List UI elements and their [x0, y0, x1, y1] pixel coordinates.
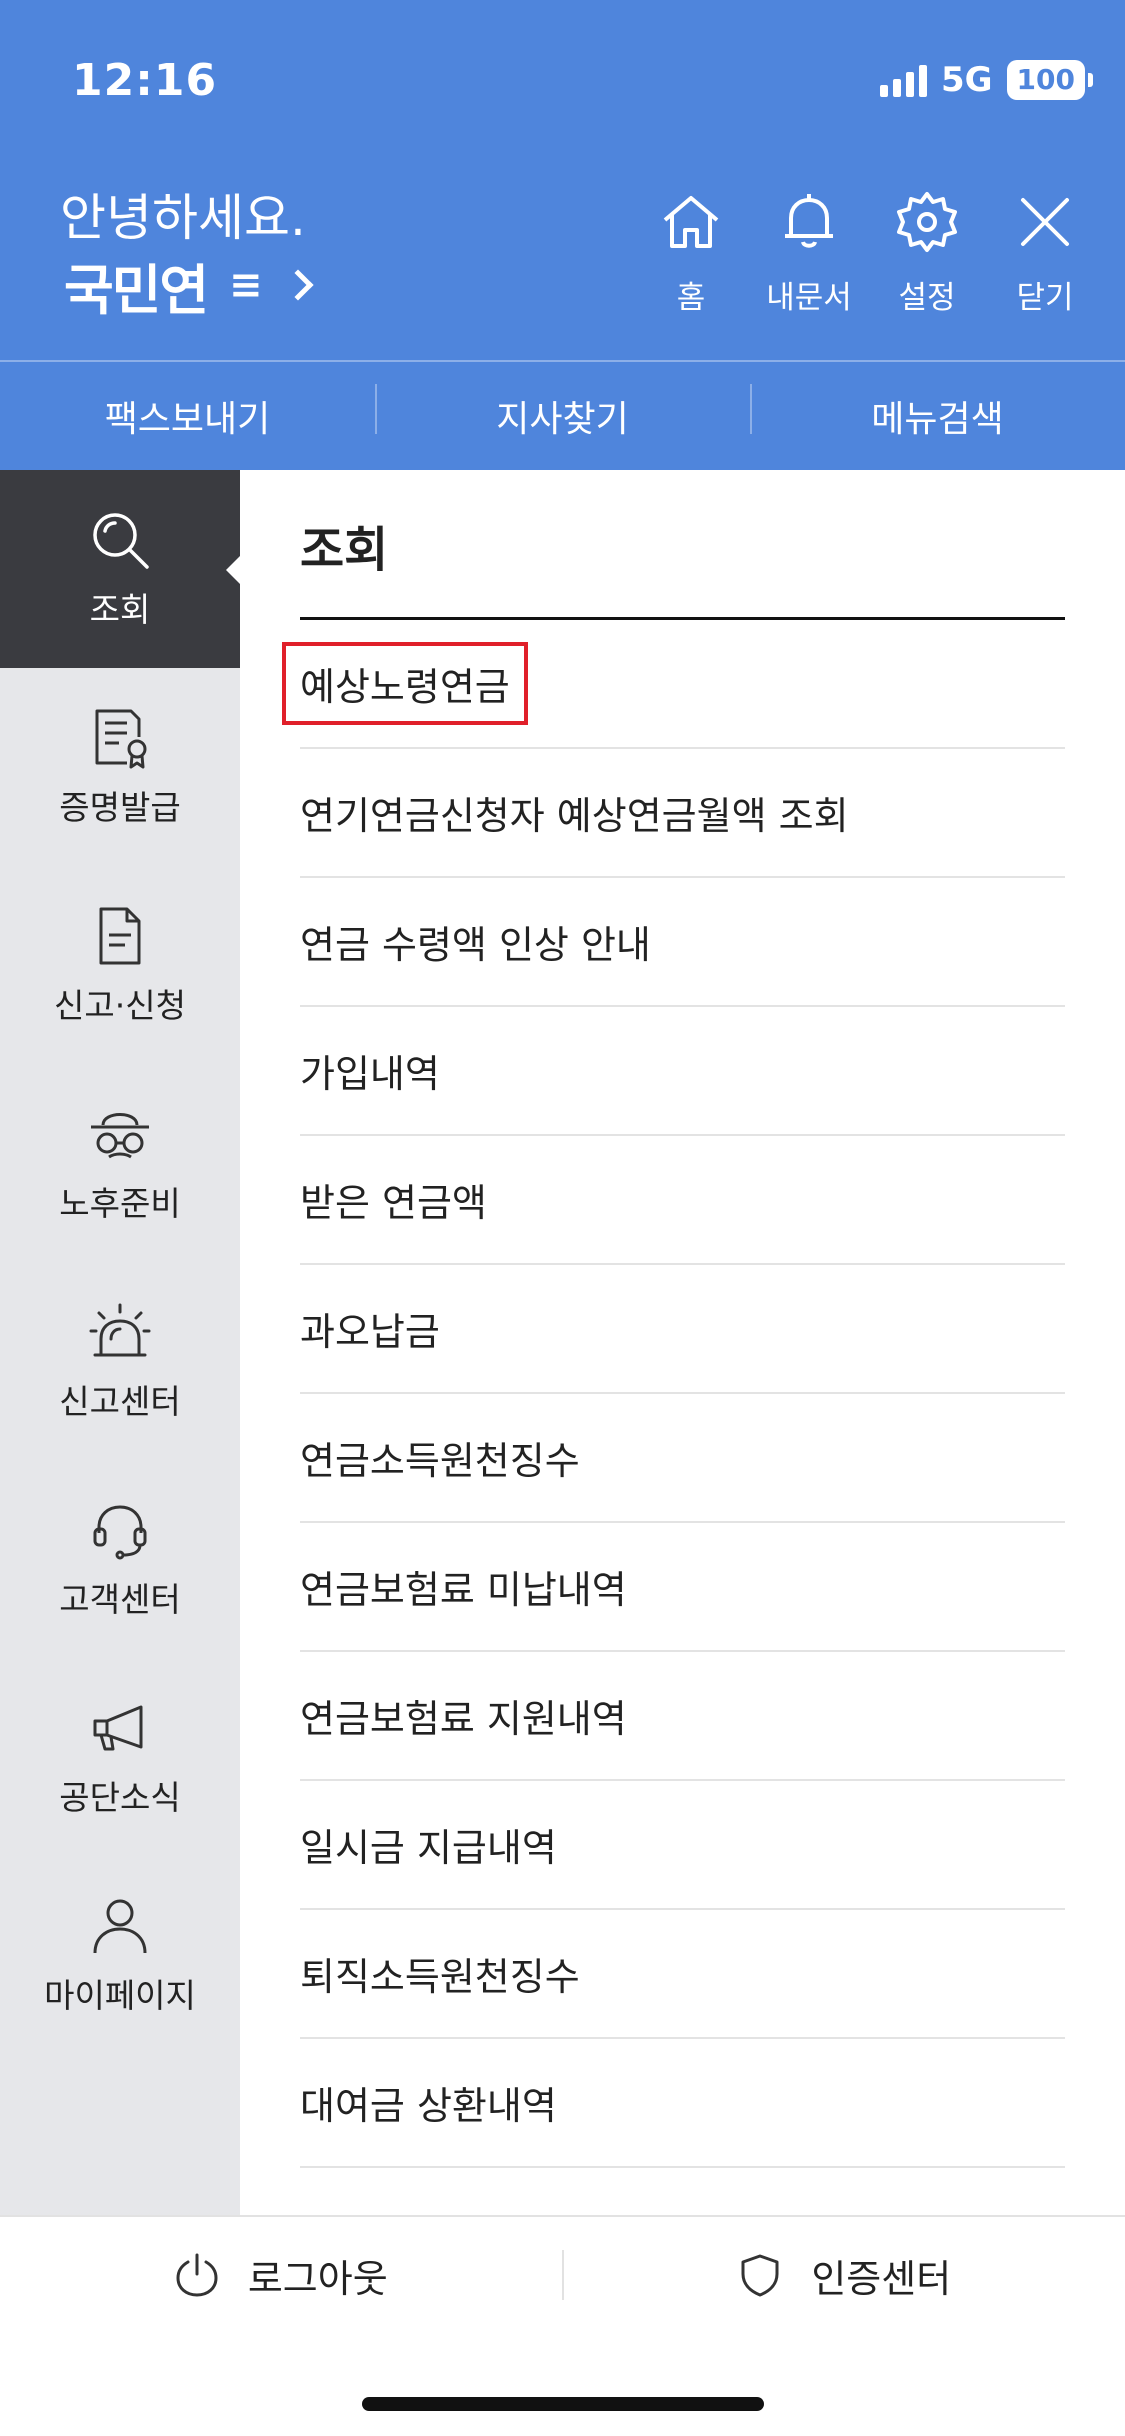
- sidebar-item-application[interactable]: 신고·신청: [0, 866, 240, 1064]
- megaphone-icon: [93, 1705, 143, 1751]
- content-panel: 조회 예상노령연금 연기연금신청자 예상연금월액 조회 연금 수령액 인상 안내…: [240, 470, 1125, 2215]
- sidebar-item-label: 공단소식: [59, 1778, 181, 1817]
- menu-item-label: 연금소득원천징수: [300, 1439, 580, 1483]
- glasses-hat-icon: [91, 1113, 149, 1159]
- menu-item-pension-income-withholding[interactable]: 연금소득원천징수: [300, 1394, 1065, 1523]
- home-icon: [663, 196, 719, 248]
- home-indicator: [362, 2397, 764, 2411]
- menu-item-label: 일시금 지급내역: [300, 1826, 557, 1870]
- signal-icon: [879, 63, 927, 97]
- close-button[interactable]: 닫기: [995, 190, 1095, 317]
- power-icon: [176, 2253, 218, 2297]
- quick-menu: 팩스보내기 지사찾기 메뉴검색: [0, 360, 1125, 470]
- sidebar-item-label: 고객센터: [59, 1580, 181, 1619]
- sidebar-item-mypage[interactable]: 마이페이지: [0, 1856, 240, 2054]
- status-bar: 12:16 5G 100: [0, 0, 1125, 160]
- header: 안녕하세요. 국민연 ≡ 홈 내문서 설정 닫기: [0, 160, 1125, 360]
- menu-item-label: 예상노령연금: [282, 642, 528, 725]
- sidebar-item-label: 조회: [89, 590, 151, 629]
- menu-item-seizure-protected-account[interactable]: 노령연금 압류방지 통장개설: [300, 2168, 1065, 2215]
- menu-item-label: 받은 연금액: [300, 1181, 487, 1225]
- settings-button[interactable]: 설정: [877, 190, 977, 317]
- sidebar-item-label: 증명발급: [59, 788, 181, 827]
- sidebar-item-label: 신고·신청: [54, 986, 186, 1025]
- menu-item-label: 연금보험료 지원내역: [300, 1697, 627, 1741]
- menu-item-label: 연금 수령액 인상 안내: [300, 923, 651, 967]
- headset-icon: [93, 1505, 147, 1560]
- menu-item-label: 연금보험료 미납내역: [300, 1568, 627, 1612]
- menu-item-received-pension[interactable]: 받은 연금액: [300, 1136, 1065, 1265]
- chevron-right-icon: [282, 269, 314, 301]
- menu-item-label: 노령연금 압류방지 통장개설: [300, 2204, 744, 2215]
- sidebar-item-label: 노후준비: [59, 1184, 181, 1223]
- menu-item-premium-support[interactable]: 연금보험료 지원내역: [300, 1652, 1065, 1781]
- my-documents-button[interactable]: 내문서: [759, 190, 859, 317]
- sidebar: 조회 증명발급 신고·신청 노후준비 신고센터 고객센터 공단소식 마이페이지: [0, 470, 240, 2215]
- menu-item-label: 퇴직소득원천징수: [300, 1955, 580, 1999]
- person-icon: [93, 1899, 147, 1954]
- menu-item-expected-old-age-pension[interactable]: 예상노령연금: [282, 620, 1065, 749]
- cert-center-label: 인증센터: [811, 2256, 952, 2301]
- sidebar-item-report-center[interactable]: 신고센터: [0, 1262, 240, 1460]
- certificate-icon: [95, 709, 147, 769]
- user-name-suffix: ≡: [229, 262, 263, 308]
- sidebar-item-retirement[interactable]: 노후준비: [0, 1064, 240, 1262]
- home-button[interactable]: 홈: [641, 190, 741, 317]
- network-label: 5G: [940, 60, 993, 100]
- sidebar-item-inquiry[interactable]: 조회: [0, 470, 240, 668]
- bottom-bar: 로그아웃 인증센터: [0, 2215, 1125, 2436]
- fax-send-link[interactable]: 팩스보내기: [0, 390, 375, 442]
- menu-item-deferred-pension-inquiry[interactable]: 연기연금신청자 예상연금월액 조회: [300, 749, 1065, 878]
- document-icon: [99, 907, 141, 965]
- menu-item-label: 연기연금신청자 예상연금월액 조회: [300, 794, 849, 838]
- battery-icon: 100: [1006, 60, 1094, 100]
- menu-list: 예상노령연금 연기연금신청자 예상연금월액 조회 연금 수령액 인상 안내 가입…: [282, 620, 1065, 2215]
- sidebar-item-customer-center[interactable]: 고객센터: [0, 1460, 240, 1658]
- logout-label: 로그아웃: [247, 2256, 388, 2301]
- menu-item-label: 가입내역: [300, 1052, 440, 1096]
- sidebar-item-certificate[interactable]: 증명발급: [0, 668, 240, 866]
- status-indicators: 5G 100: [879, 58, 1094, 102]
- search-icon: [93, 513, 149, 569]
- bottom-actions: 로그아웃 인증센터: [0, 2245, 1125, 2305]
- sidebar-item-label: 신고센터: [59, 1382, 181, 1421]
- menu-item-overpayment[interactable]: 과오납금: [300, 1265, 1065, 1394]
- siren-icon: [89, 1303, 151, 1357]
- sidebar-item-label: 마이페이지: [44, 1976, 196, 2015]
- menu-item-retirement-income-withholding[interactable]: 퇴직소득원천징수: [300, 1910, 1065, 2039]
- menu-item-label: 대여금 상환내역: [300, 2084, 557, 2128]
- settings-label: 설정: [898, 280, 956, 316]
- my-documents-label: 내문서: [766, 280, 852, 316]
- branch-finder-link[interactable]: 지사찾기: [375, 384, 750, 442]
- shield-icon: [741, 2254, 779, 2297]
- menu-item-lump-sum-payments[interactable]: 일시금 지급내역: [300, 1781, 1065, 1910]
- status-time: 12:16: [72, 55, 218, 106]
- logout-button[interactable]: 로그아웃: [0, 2248, 562, 2303]
- sidebar-item-news[interactable]: 공단소식: [0, 1658, 240, 1856]
- menu-item-pension-increase-guide[interactable]: 연금 수령액 인상 안내: [300, 878, 1065, 1007]
- header-actions: 홈 내문서 설정 닫기: [641, 190, 1095, 317]
- greeting-text: 안녕하세요.: [60, 189, 306, 247]
- section-title: 조회: [300, 522, 389, 578]
- close-icon: [1021, 198, 1069, 246]
- menu-item-unpaid-premiums[interactable]: 연금보험료 미납내역: [300, 1523, 1065, 1652]
- bell-icon: [785, 194, 833, 248]
- home-label: 홈: [676, 280, 706, 316]
- cert-center-button[interactable]: 인증센터: [564, 2248, 1125, 2303]
- user-name: 국민연: [60, 245, 212, 325]
- user-profile-link[interactable]: 국민연 ≡: [60, 245, 314, 325]
- close-label: 닫기: [1016, 280, 1074, 316]
- gear-icon: [897, 192, 957, 252]
- menu-item-loan-repayment[interactable]: 대여금 상환내역: [300, 2039, 1065, 2168]
- menu-search-link[interactable]: 메뉴검색: [750, 384, 1125, 442]
- menu-item-subscription-history[interactable]: 가입내역: [300, 1007, 1065, 1136]
- menu-item-label: 과오납금: [300, 1310, 440, 1354]
